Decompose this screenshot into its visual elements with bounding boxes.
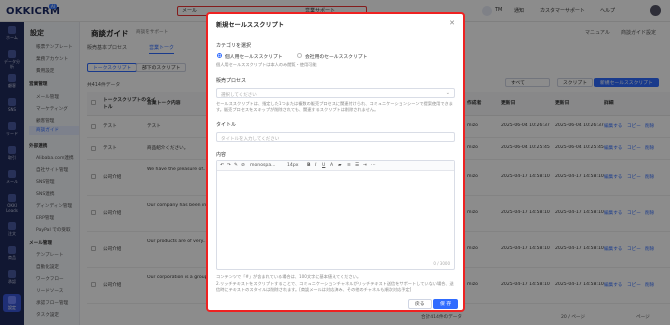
- process-label: 販売プロセス: [216, 78, 247, 84]
- process-select[interactable]: 選択してください ⌄: [216, 88, 455, 98]
- chevron-down-icon: ⌄: [445, 90, 450, 96]
- category-label: カテゴリを選択: [216, 43, 252, 49]
- content-editor[interactable]: ↶ ↷ ✎ ⊘ monospa... 14px B I U A ▰ ≡ ☰ ⇥ …: [216, 160, 455, 270]
- editor-toolbar: ↶ ↷ ✎ ⊘ monospa... 14px B I U A ▰ ≡ ☰ ⇥ …: [217, 161, 454, 171]
- undo-icon[interactable]: ↶: [220, 163, 224, 168]
- indent-icon[interactable]: ⇥: [363, 163, 367, 168]
- dialog-title: 新規セールススクリプト: [216, 22, 285, 29]
- radio-company-label[interactable]: 会社用のセールススクリプト: [305, 53, 367, 60]
- content-label: 内容: [216, 152, 227, 158]
- font-family-select[interactable]: monospa...: [250, 163, 276, 168]
- back-button[interactable]: 戻る: [408, 299, 432, 309]
- underline-icon[interactable]: U: [322, 163, 325, 168]
- text-color-icon[interactable]: A: [330, 163, 333, 168]
- category-hint: 個人用セールススクリプトは本人のみ閲覧・使用可能: [216, 62, 317, 67]
- italic-icon[interactable]: I: [315, 163, 316, 168]
- bold-icon[interactable]: B: [307, 163, 311, 168]
- list-icon[interactable]: ☰: [355, 163, 359, 168]
- radio-personal-label[interactable]: 個人用セールススクリプト: [225, 53, 283, 60]
- save-button[interactable]: 保 存: [433, 299, 459, 309]
- title-label: タイトル: [216, 122, 237, 128]
- new-script-dialog: 新規セールススクリプト ✕ カテゴリを選択 個人用セールススクリプト 会社用のセ…: [206, 12, 465, 312]
- process-hint: セールススクリプトは、指定した1つまたは複数の販売プロセスに関連付けられ、コミュ…: [216, 101, 453, 112]
- align-icon[interactable]: ≡: [347, 163, 351, 168]
- char-count: 0 / 3000: [433, 261, 450, 266]
- highlight-icon[interactable]: ▰: [338, 163, 342, 168]
- close-icon[interactable]: ✕: [449, 19, 455, 27]
- clear-format-icon[interactable]: ⊘: [241, 163, 245, 168]
- content-hint-2: 2.リッチテキストをスクリプトすることで、コミュニケーションチャネルがリッチテキ…: [216, 281, 454, 292]
- format-painter-icon[interactable]: ✎: [234, 163, 238, 168]
- title-placeholder: タイトルを入力してください: [221, 136, 280, 142]
- radio-company[interactable]: [297, 53, 302, 58]
- radio-personal[interactable]: [217, 53, 222, 58]
- process-placeholder: 選択してください: [221, 92, 257, 98]
- content-hint-1: コンテンツで「#」が含まれている場合は、100文字に基本値えてください。: [216, 274, 362, 279]
- more-icon[interactable]: ⋯: [371, 163, 376, 168]
- title-input[interactable]: タイトルを入力してください: [216, 132, 455, 142]
- font-size-select[interactable]: 14px: [287, 163, 298, 168]
- redo-icon[interactable]: ↷: [227, 163, 231, 168]
